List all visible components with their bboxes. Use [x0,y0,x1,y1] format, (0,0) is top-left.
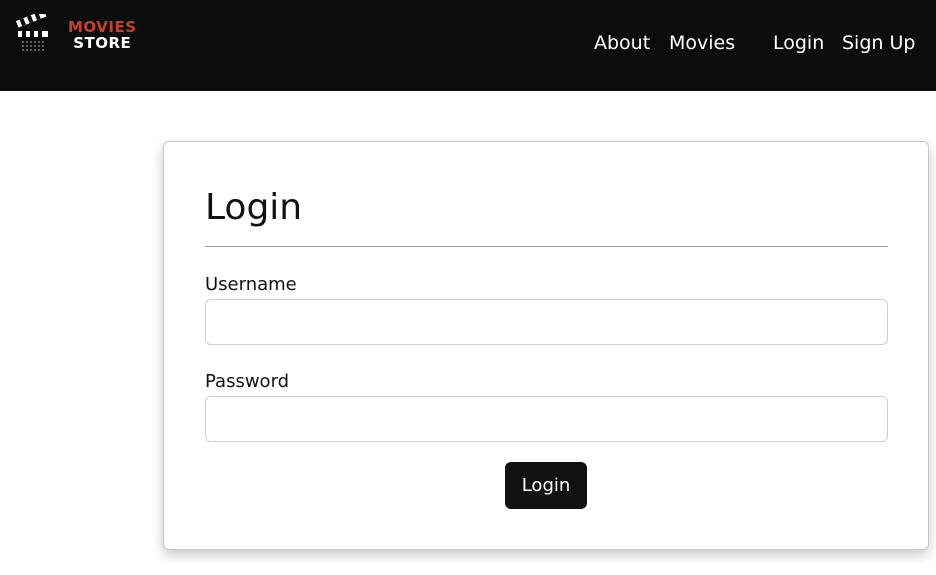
password-label: Password [205,371,290,392]
clapperboard-icon [15,14,48,51]
title-divider [205,246,888,247]
username-label: Username [205,274,297,295]
brand-name-line1: MOVIES [68,18,137,36]
username-input[interactable] [205,299,888,345]
brand-logo-link[interactable]: MOVIES STORE [14,14,137,56]
nav-link-movies[interactable]: Movies [669,31,735,55]
login-card: Login Username Password Login [163,141,929,550]
brand-name: MOVIES STORE [68,19,137,51]
brand-name-line2: STORE [73,34,132,52]
password-input[interactable] [205,396,888,442]
login-submit-button[interactable]: Login [505,462,587,509]
page-title: Login [205,187,303,228]
nav-link-login[interactable]: Login [773,31,824,55]
navbar: MOVIES STORE About Movies Login Sign Up [0,0,936,91]
nav-link-about[interactable]: About [594,31,650,55]
nav-link-sign-up[interactable]: Sign Up [842,31,915,55]
